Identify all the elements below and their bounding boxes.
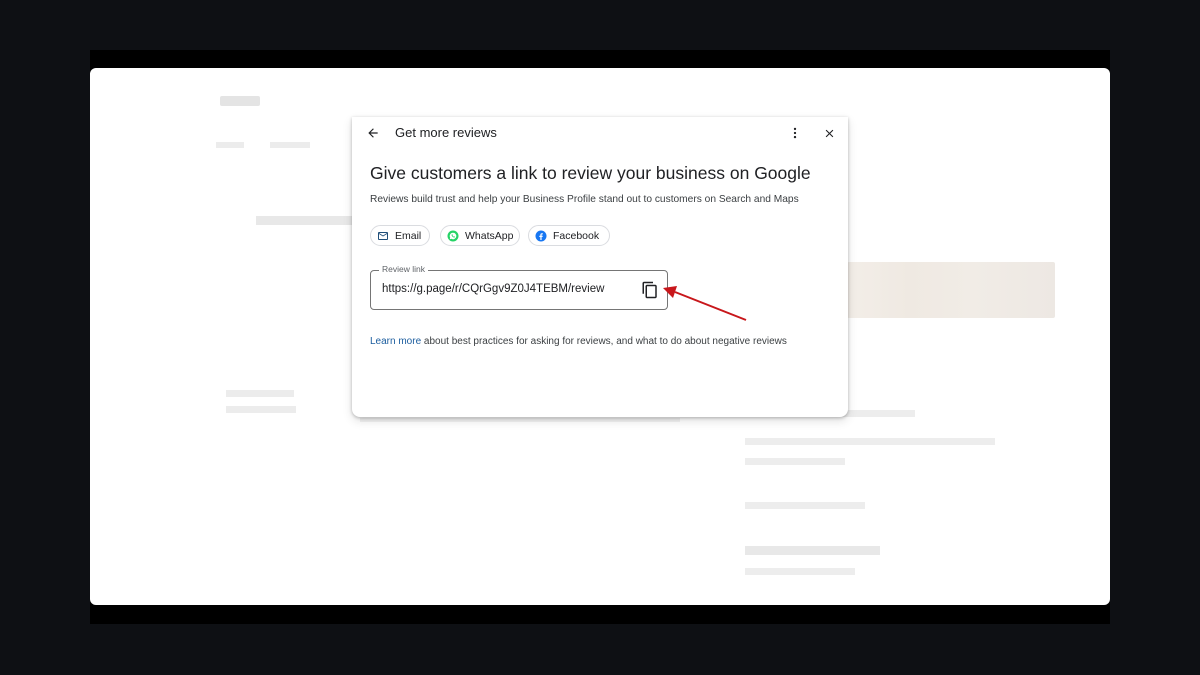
copy-icon — [642, 281, 657, 299]
dialog-heading: Give customers a link to review your bus… — [370, 163, 811, 183]
more-options-button[interactable] — [784, 122, 806, 144]
background-text-blur — [226, 406, 296, 413]
back-button[interactable] — [362, 122, 384, 144]
share-facebook-label: Facebook — [553, 229, 600, 242]
background-text-blur — [226, 390, 294, 397]
review-link-field[interactable]: Review link https://g.page/r/CQrGgv9Z0J4… — [370, 264, 668, 310]
background-text-blur — [220, 96, 260, 106]
background-tab-blur — [270, 142, 310, 148]
background-image-blur — [847, 262, 1055, 318]
background-tab-blur — [216, 142, 244, 148]
learn-more-description: about best practices for asking for revi… — [421, 336, 787, 347]
background-text-blur — [745, 438, 995, 445]
background-text-blur — [745, 546, 880, 555]
copy-link-button[interactable] — [641, 281, 659, 299]
dialog-header: Get more reviews — [352, 117, 848, 147]
more-vert-icon — [793, 127, 797, 139]
share-email-chip[interactable]: Email — [370, 225, 430, 246]
dialog-title: Get more reviews — [395, 125, 497, 140]
share-facebook-chip[interactable]: Facebook — [528, 225, 610, 246]
dialog-description: Reviews build trust and help your Busine… — [370, 194, 799, 205]
share-whatsapp-chip[interactable]: WhatsApp — [440, 225, 520, 246]
review-link-value[interactable]: https://g.page/r/CQrGgv9Z0J4TEBM/review — [382, 283, 604, 295]
learn-more-link[interactable]: Learn more — [370, 336, 421, 347]
background-text-blur — [360, 418, 680, 422]
learn-more-text: Learn more about best practices for aski… — [370, 336, 787, 347]
background-heading-blur — [256, 216, 354, 225]
facebook-icon — [535, 230, 547, 242]
get-more-reviews-dialog: Get more reviews Give customers a link t… — [352, 117, 848, 417]
close-button[interactable] — [818, 122, 840, 144]
review-link-label: Review link — [379, 264, 428, 274]
background-text-blur — [745, 568, 855, 575]
arrow-back-icon — [368, 128, 378, 138]
background-text-blur — [745, 502, 865, 509]
share-whatsapp-label: WhatsApp — [465, 229, 514, 242]
share-email-label: Email — [395, 229, 422, 242]
mail-icon — [377, 230, 389, 242]
close-icon — [825, 129, 833, 137]
background-text-blur — [745, 458, 845, 465]
whatsapp-icon — [447, 230, 459, 242]
